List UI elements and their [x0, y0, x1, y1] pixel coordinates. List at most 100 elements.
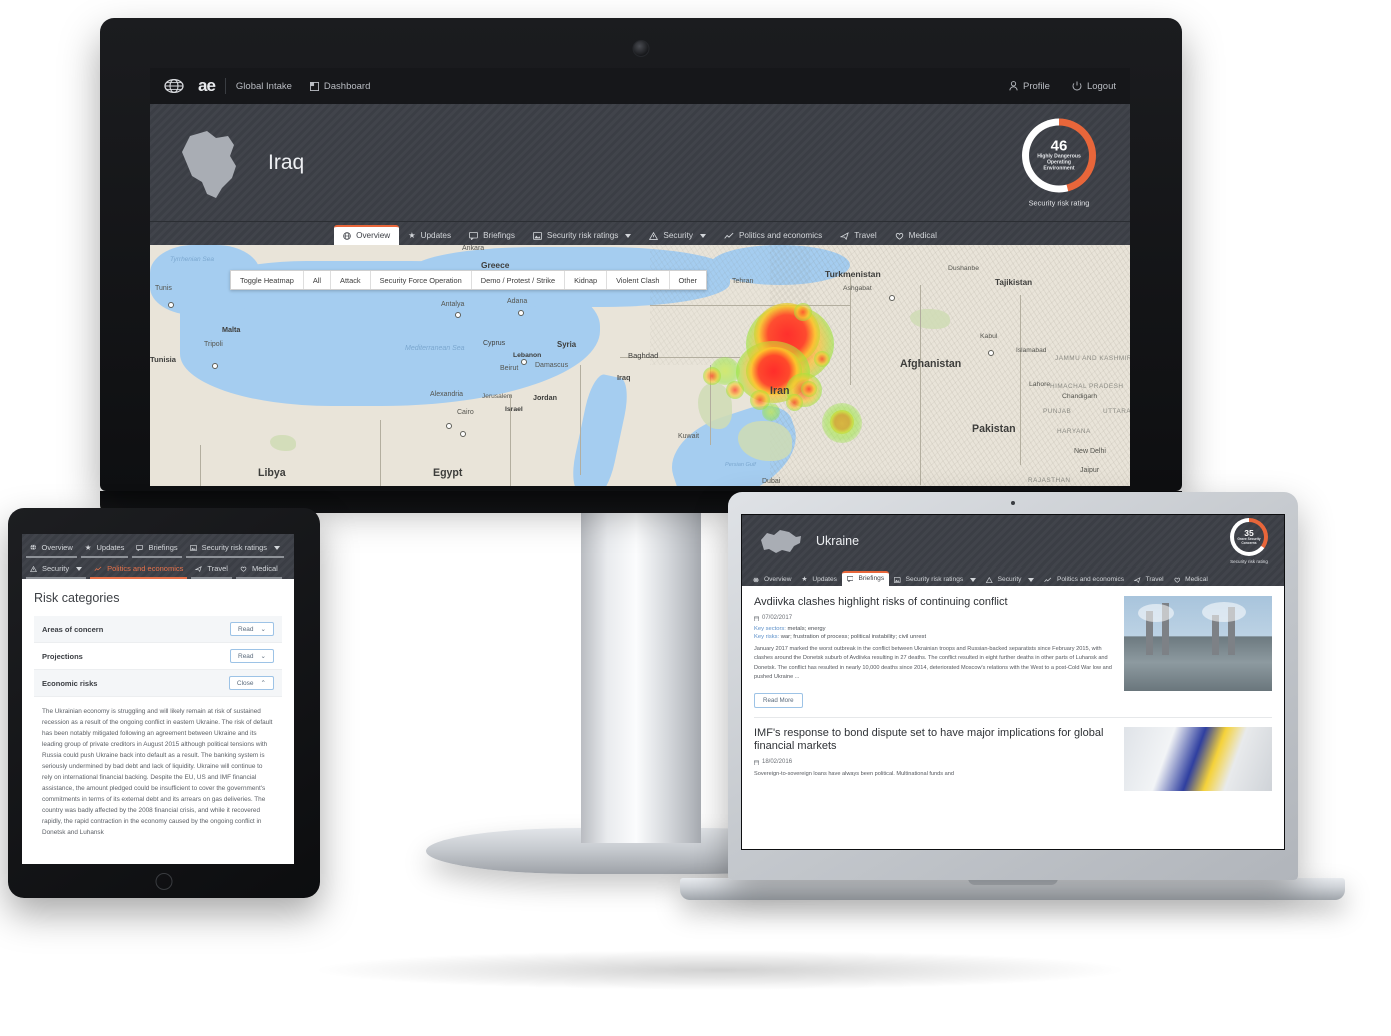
- globe-icon: [343, 231, 351, 240]
- globe-icon: [30, 544, 36, 551]
- risk-row-toggle-button[interactable]: Read ⌄: [230, 622, 274, 636]
- city-dot: [521, 359, 527, 365]
- risk-row-toggle-label: Read: [238, 625, 254, 633]
- risk-categories-panel: Risk categories Areas of concern Read ⌄ …: [22, 579, 294, 839]
- map-label-ankara: Ankara: [462, 245, 485, 252]
- tablet-home-button[interactable]: [155, 873, 173, 890]
- heatmap-point: [801, 381, 817, 397]
- tablet-tab-travel[interactable]: Travel: [191, 561, 232, 579]
- filter-toggle-heatmap[interactable]: Toggle Heatmap: [231, 271, 304, 289]
- chevron-down-icon: ⌄: [260, 653, 266, 660]
- gauge-descriptor-line-2: Concerns: [1241, 540, 1257, 545]
- desktop-incident-map[interactable]: Tyrrhenian Sea Mediterranean Sea Persian…: [150, 245, 1130, 486]
- laptop-tab-travel[interactable]: Travel: [1129, 574, 1169, 586]
- product-name: Global Intake: [235, 80, 292, 92]
- risk-row-economic-risks[interactable]: Economic risks Close ⌃: [34, 670, 282, 697]
- laptop-tab-security-risk-ratings[interactable]: Security risk ratings: [889, 574, 981, 586]
- tablet-tab-politics-and-economics-label: Politics and economics: [107, 564, 184, 573]
- risk-row-projections[interactable]: Projections Read ⌄: [34, 643, 282, 670]
- tab-security[interactable]: Security: [640, 227, 715, 245]
- desktop-screen: ae Global Intake Dashboard Profile Logou…: [150, 68, 1130, 486]
- tablet-tab-briefings[interactable]: Briefings: [132, 540, 182, 558]
- filter-other[interactable]: Other: [670, 271, 706, 289]
- map-label-malta: Malta: [222, 325, 241, 334]
- logout-button[interactable]: Logout: [1072, 81, 1116, 92]
- tab-politics-and-economics[interactable]: Politics and economics: [715, 227, 831, 245]
- tab-updates[interactable]: ★ Updates: [399, 226, 460, 245]
- profile-button[interactable]: Profile: [1009, 81, 1050, 92]
- tablet-tab-overview[interactable]: Overview: [26, 540, 77, 558]
- heatmap-point: [814, 351, 830, 367]
- tab-overview[interactable]: Overview: [334, 225, 400, 245]
- laptop-tab-overview[interactable]: Overview: [748, 574, 796, 586]
- city-dot: [455, 312, 461, 318]
- plane-icon: [195, 565, 203, 572]
- map-label-tajikistan: Tajikistan: [995, 278, 1033, 287]
- filter-security-force-operation[interactable]: Security Force Operation: [371, 271, 472, 289]
- map-filter-bar: Toggle Heatmap All Attack Security Force…: [230, 270, 708, 290]
- risk-row-areas-of-concern[interactable]: Areas of concern Read ⌄: [34, 616, 282, 643]
- filter-kidnap[interactable]: Kidnap: [565, 271, 608, 289]
- map-label-ashgabat: Ashgabat: [843, 285, 872, 292]
- tab-briefings[interactable]: Briefings: [460, 227, 524, 245]
- briefing-item[interactable]: IMF's response to bond dispute set to ha…: [754, 726, 1272, 800]
- tab-medical[interactable]: Medical: [886, 227, 946, 245]
- risk-row-label: Areas of concern: [42, 624, 104, 634]
- tablet-tab-politics-and-economics[interactable]: Politics and economics: [90, 561, 188, 579]
- risk-row-toggle-button[interactable]: Read ⌄: [230, 649, 274, 663]
- desktop-tabbar: Overview ★ Updates Briefings Security ri…: [150, 222, 1130, 245]
- briefing-item[interactable]: Avdiivka clashes highlight risks of cont…: [754, 596, 1272, 718]
- heatmap-point: [703, 367, 721, 385]
- laptop-tab-updates[interactable]: ★ Updates: [796, 573, 841, 586]
- tablet-tab-security[interactable]: Security: [26, 561, 87, 579]
- iraq-map-shape-icon: [182, 130, 236, 198]
- webcam-icon: [1011, 501, 1015, 505]
- tab-politics-and-economics-label: Politics and economics: [738, 231, 823, 240]
- read-more-button[interactable]: Read More: [754, 692, 803, 708]
- filter-violent-clash-label: Violent Clash: [616, 275, 660, 285]
- account-controls: Profile Logout: [1009, 81, 1116, 92]
- filter-all[interactable]: All: [304, 271, 332, 289]
- gauge-ring: 46 Highly Dangerous Operating Environmen…: [1022, 118, 1096, 192]
- desktop-app: ae Global Intake Dashboard Profile Logou…: [150, 68, 1130, 486]
- country-border: [380, 420, 381, 486]
- star-icon: ★: [84, 543, 92, 552]
- vegetation-patch: [270, 435, 296, 451]
- map-label-bahrain: Bahrain: [718, 485, 746, 486]
- tablet-tab-security-risk-ratings[interactable]: Security risk ratings: [185, 540, 285, 558]
- map-label-libya: Libya: [258, 467, 286, 479]
- filter-attack[interactable]: Attack: [331, 271, 371, 289]
- filter-demo-protest-strike[interactable]: Demo / Protest / Strike: [472, 271, 566, 289]
- laptop-tab-medical[interactable]: Medical: [1169, 574, 1213, 586]
- desktop-country-hero: Iraq 46 Highly Dangerous Operating Envir…: [150, 104, 1130, 222]
- country-border: [650, 305, 850, 306]
- ukraine-map-shape-icon: [761, 530, 801, 553]
- warning-icon: [986, 576, 993, 583]
- logout-label: Logout: [1086, 80, 1116, 92]
- briefing-title[interactable]: Avdiivka clashes highlight risks of cont…: [754, 596, 1114, 609]
- tab-travel[interactable]: Travel: [831, 227, 885, 245]
- gauge-ring: 35 Grave Security Concerns: [1230, 518, 1268, 556]
- filter-violent-clash[interactable]: Violent Clash: [607, 271, 670, 289]
- laptop-tab-politics-and-economics[interactable]: Politics and economics: [1039, 574, 1129, 586]
- laptop-country-hero: Ukraine 35 Grave Security Concerns Secur…: [742, 515, 1284, 567]
- tablet-screen: Overview ★ Updates Briefings Security ri…: [22, 534, 294, 864]
- briefing-title[interactable]: IMF's response to bond dispute set to ha…: [754, 727, 1114, 754]
- tablet-nav-row-1: Overview ★ Updates Briefings Security ri…: [26, 540, 290, 558]
- briefing-key-risks-value: war; frustration of process; political i…: [780, 634, 927, 641]
- laptop-tab-briefings[interactable]: Briefings: [841, 571, 890, 586]
- risk-row-toggle-button[interactable]: Close ⌃: [228, 676, 274, 690]
- laptop-tab-security[interactable]: Security: [981, 574, 1039, 586]
- filter-toggle-heatmap-label: Toggle Heatmap: [240, 275, 294, 285]
- city-dot: [212, 363, 218, 369]
- filter-demo-protest-strike-label: Demo / Protest / Strike: [480, 275, 556, 285]
- brand-block[interactable]: ae: [164, 76, 216, 96]
- map-label-islamabad: Islamabad: [1016, 347, 1047, 354]
- nav-dashboard[interactable]: Dashboard: [309, 81, 370, 92]
- tablet-tab-medical[interactable]: Medical: [235, 561, 282, 579]
- tablet-tab-updates[interactable]: ★ Updates: [80, 540, 129, 558]
- map-label-uttarakhand: UTTARAKHAND: [1103, 408, 1130, 415]
- tab-security-risk-ratings[interactable]: Security risk ratings: [524, 227, 640, 245]
- laptop-screen: Ukraine 35 Grave Security Concerns Secur…: [741, 514, 1285, 850]
- map-label-rajasthan: RAJASTHAN: [1028, 477, 1071, 484]
